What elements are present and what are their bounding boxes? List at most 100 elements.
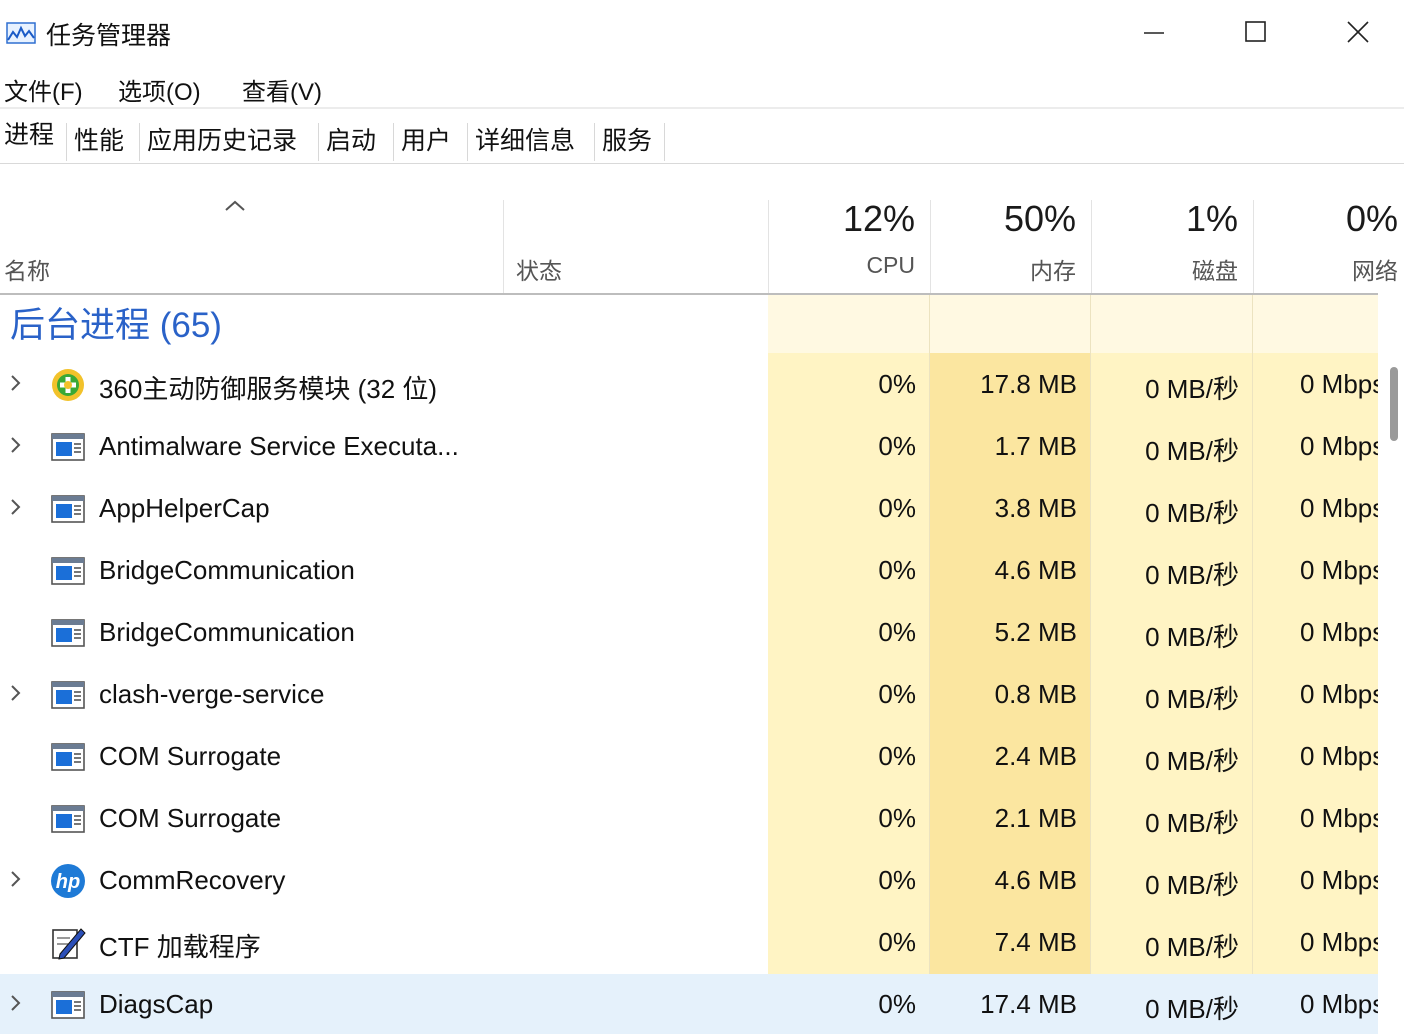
sort-ascending-icon[interactable]	[222, 198, 248, 219]
network-value: 0 Mbps	[1300, 493, 1378, 523]
menu-view[interactable]: 查看(V)	[242, 72, 322, 107]
app-window-icon	[50, 987, 86, 1023]
group-title-background-processes[interactable]: 后台进程 (65)	[10, 297, 222, 348]
network-value: 0 Mbps	[1300, 617, 1378, 647]
minimize-button[interactable]	[1104, 6, 1204, 60]
network-value: 0 Mbps	[1300, 741, 1378, 771]
network-value: 0 Mbps	[1300, 679, 1378, 709]
network-value: 0 Mbps	[1300, 555, 1378, 585]
window-title: 任务管理器	[46, 22, 172, 50]
column-header: 名称 状态 12% CPU 50% 内存 1% 磁盘 0% 网络	[0, 164, 1404, 294]
process-name: BridgeCommunication	[99, 617, 355, 647]
table-row[interactable]: BridgeCommunication 0% 5.2 MB 0 MB/秒 0 Mbps	[0, 602, 1378, 664]
cpu-value: 0%	[878, 989, 916, 1019]
disk-value: 0 MB/秒	[1145, 498, 1239, 528]
column-name[interactable]: 名称	[4, 252, 50, 286]
table-row[interactable]: DiagsCap 0% 17.4 MB 0 MB/秒 0 Mbps	[0, 974, 1378, 1034]
disk-value: 0 MB/秒	[1145, 932, 1239, 962]
expand-chevron-icon[interactable]	[8, 992, 24, 1019]
disk-value: 0 MB/秒	[1145, 622, 1239, 652]
menu-bar: 文件(F) 选项(O) 查看(V)	[0, 70, 1404, 106]
memory-value: 2.4 MB	[994, 741, 1077, 771]
tab-details[interactable]: 详细信息	[467, 119, 583, 163]
memory-value: 7.4 MB	[994, 927, 1077, 957]
app-window-icon	[50, 553, 86, 589]
column-memory[interactable]: 内存	[930, 252, 1076, 286]
table-row[interactable]: CTF 加载程序 0% 7.4 MB 0 MB/秒 0 Mbps	[0, 912, 1378, 974]
expand-chevron-icon[interactable]	[8, 434, 24, 461]
tab-services[interactable]: 服务	[594, 119, 660, 163]
process-list: 后台进程 (65) 360主动防御服务模块 (32 位) 0% 17.8 MB 0 M…	[0, 295, 1378, 1034]
cpu-value: 0%	[878, 741, 916, 771]
table-row[interactable]: clash-verge-service 0% 0.8 MB 0 MB/秒 0 Mbps	[0, 664, 1378, 726]
disk-total[interactable]: 1%	[1091, 198, 1238, 240]
table-row[interactable]: AppHelperCap 0% 3.8 MB 0 MB/秒 0 Mbps	[0, 478, 1378, 540]
table-row[interactable]: COM Surrogate 0% 2.1 MB 0 MB/秒 0 Mbps	[0, 788, 1378, 850]
process-name: CTF 加载程序	[99, 932, 261, 962]
process-name: CommRecovery	[99, 865, 286, 895]
disk-value: 0 MB/秒	[1145, 746, 1239, 776]
maximize-button[interactable]	[1206, 6, 1306, 60]
close-button[interactable]	[1308, 6, 1404, 60]
memory-value: 17.8 MB	[980, 369, 1077, 399]
memory-total[interactable]: 50%	[930, 198, 1076, 240]
app-window-icon	[50, 677, 86, 713]
process-name: COM Surrogate	[99, 803, 282, 833]
scrollbar-thumb[interactable]	[1390, 367, 1398, 441]
column-disk[interactable]: 磁盘	[1091, 252, 1238, 286]
tab-app-history[interactable]: 应用历史记录	[139, 119, 305, 163]
network-total[interactable]: 0%	[1253, 198, 1398, 240]
column-network[interactable]: 网络	[1253, 252, 1398, 286]
memory-value: 17.4 MB	[980, 989, 1077, 1019]
menu-divider	[0, 107, 1404, 109]
app-window-icon	[50, 801, 86, 837]
disk-value: 0 MB/秒	[1145, 808, 1239, 838]
table-row[interactable]: COM Surrogate 0% 2.4 MB 0 MB/秒 0 Mbps	[0, 726, 1378, 788]
table-row[interactable]: hp CommRecovery 0% 4.6 MB 0 MB/秒 0 Mbps	[0, 850, 1378, 912]
disk-value: 0 MB/秒	[1145, 560, 1239, 590]
process-name: AppHelperCap	[99, 493, 270, 523]
table-row[interactable]: 360主动防御服务模块 (32 位) 0% 17.8 MB 0 MB/秒 0 Mbps	[0, 354, 1378, 416]
menu-file[interactable]: 文件(F)	[4, 72, 83, 107]
cpu-value: 0%	[878, 803, 916, 833]
vertical-scrollbar[interactable]	[1378, 295, 1404, 1034]
tab-separator	[664, 123, 665, 161]
app-window-icon	[50, 429, 86, 465]
cpu-value: 0%	[878, 865, 916, 895]
tab-startup[interactable]: 启动	[318, 119, 384, 163]
expand-chevron-icon[interactable]	[8, 868, 24, 895]
memory-value: 0.8 MB	[994, 679, 1077, 709]
360-shield-icon	[50, 367, 86, 403]
svg-text:hp: hp	[56, 871, 80, 893]
tab-users[interactable]: 用户	[393, 119, 459, 163]
app-window-icon	[50, 491, 86, 527]
process-name: 360主动防御服务模块 (32 位)	[99, 374, 438, 404]
tab-processes[interactable]: 进程	[0, 113, 63, 157]
process-name: DiagsCap	[99, 989, 214, 1019]
expand-chevron-icon[interactable]	[8, 496, 24, 523]
process-name: Antimalware Service Executa...	[99, 431, 459, 461]
tab-bar: 进程 性能 应用历史记录 启动 用户 详细信息 服务	[0, 113, 1404, 165]
close-icon	[1347, 21, 1369, 43]
network-value: 0 Mbps	[1300, 369, 1378, 399]
memory-value: 4.6 MB	[994, 555, 1077, 585]
disk-value: 0 MB/秒	[1145, 436, 1239, 466]
network-value: 0 Mbps	[1300, 927, 1378, 957]
table-row[interactable]: BridgeCommunication 0% 4.6 MB 0 MB/秒 0 Mbps	[0, 540, 1378, 602]
cpu-total[interactable]: 12%	[768, 198, 915, 240]
column-cpu[interactable]: CPU	[768, 252, 915, 279]
expand-chevron-icon[interactable]	[8, 372, 24, 399]
title-bar: 任务管理器	[0, 0, 1404, 62]
table-row[interactable]: Antimalware Service Executa... 0% 1.7 MB 0 …	[0, 416, 1378, 478]
cpu-value: 0%	[878, 369, 916, 399]
menu-options[interactable]: 选项(O)	[118, 72, 201, 107]
memory-value: 4.6 MB	[994, 865, 1077, 895]
tab-performance[interactable]: 性能	[66, 119, 132, 163]
memory-value: 1.7 MB	[994, 431, 1077, 461]
column-status[interactable]: 状态	[516, 252, 562, 286]
process-name: clash-verge-service	[99, 679, 325, 709]
cpu-value: 0%	[878, 431, 916, 461]
expand-chevron-icon[interactable]	[8, 682, 24, 709]
cpu-value: 0%	[878, 493, 916, 523]
disk-value: 0 MB/秒	[1145, 994, 1239, 1024]
